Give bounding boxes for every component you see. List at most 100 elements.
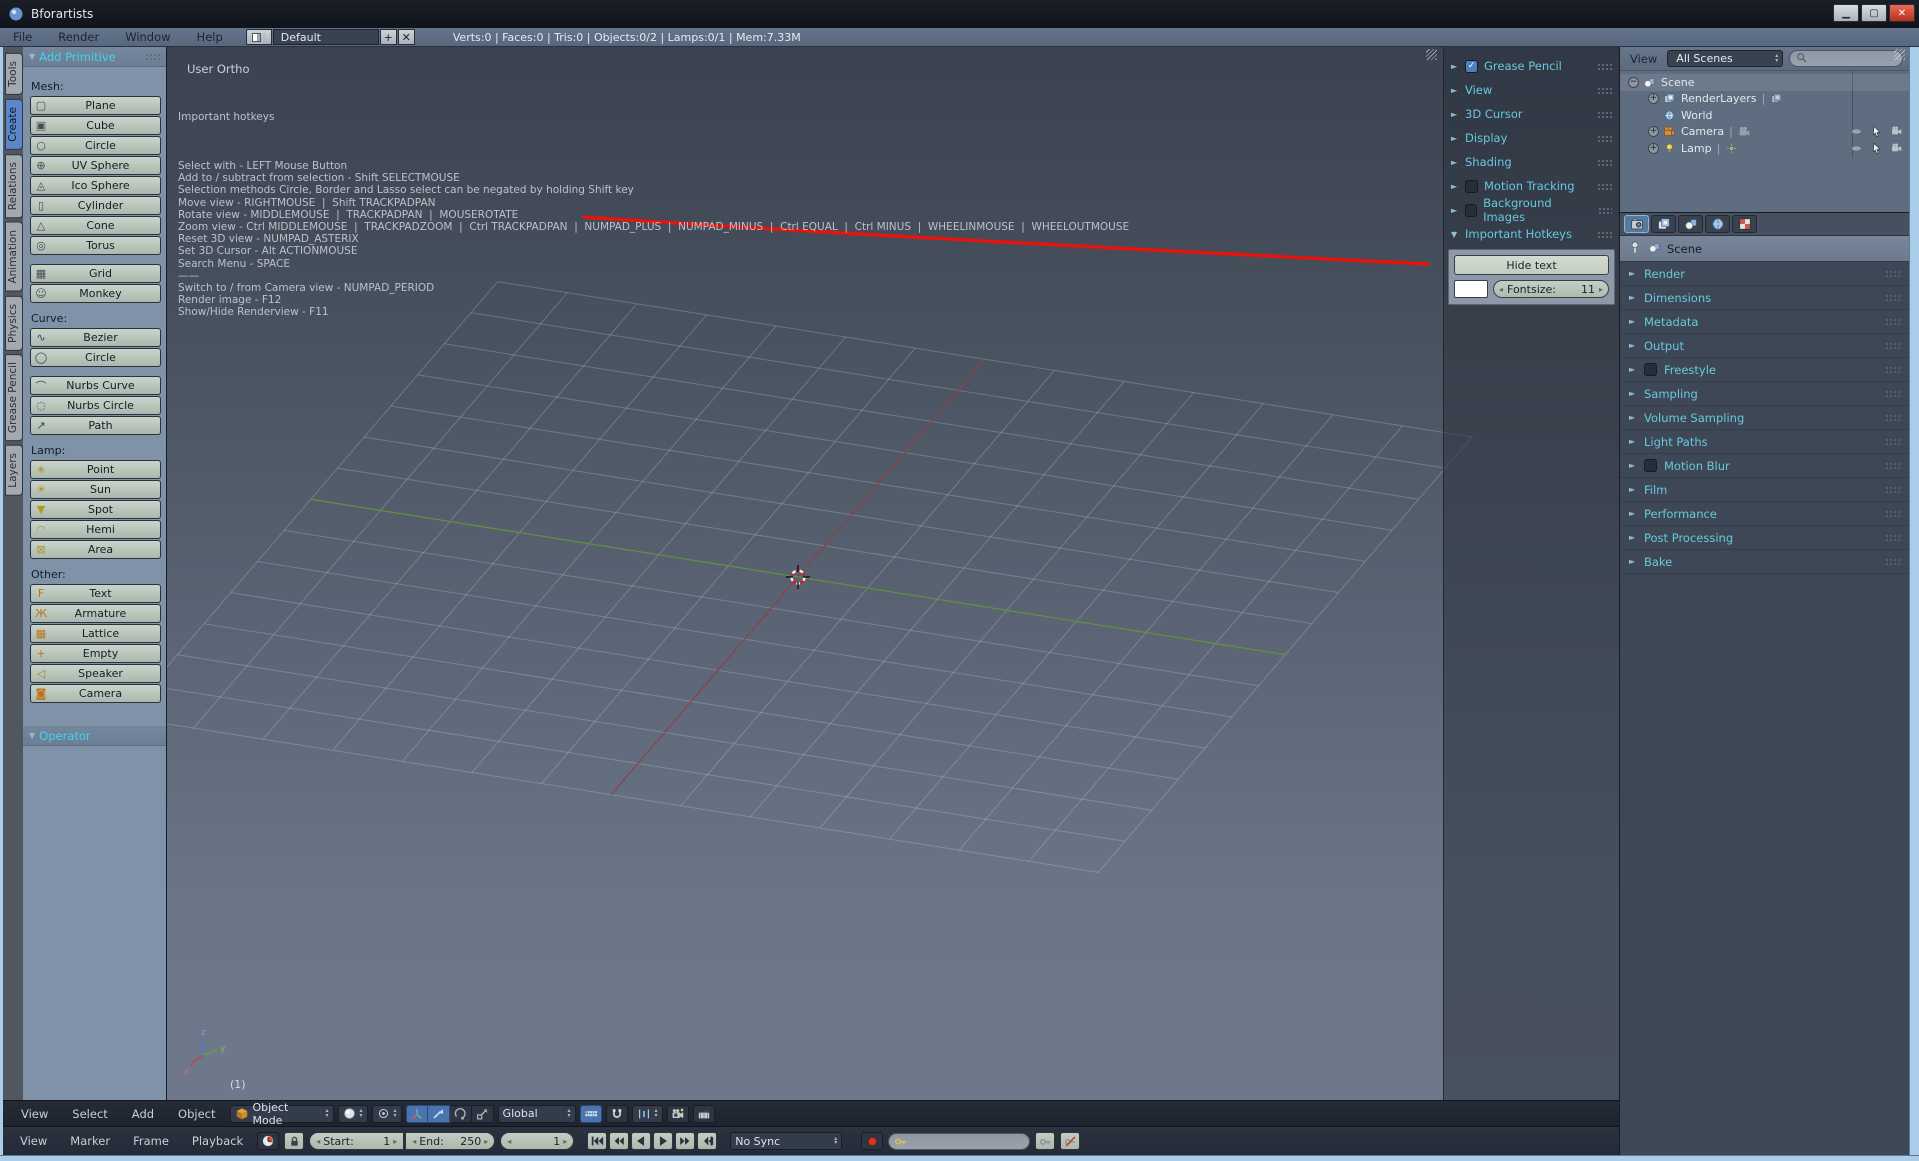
auto-keyframe-record-button[interactable] [861, 1132, 883, 1150]
previous-keyframe-button[interactable] [609, 1132, 629, 1150]
slider-left-arrow-icon[interactable]: ◂ [1499, 285, 1503, 294]
properties-panel-metadata[interactable]: ►Metadata [1620, 310, 1909, 334]
tool-button-lattice[interactable]: ▦Lattice [30, 624, 161, 643]
outliner-row-lamp[interactable]: +Lamp| [1620, 140, 1909, 157]
outliner-view-menu[interactable]: View [1626, 52, 1661, 66]
slider-right-arrow-icon[interactable]: ▸ [484, 1137, 488, 1146]
tab-layers[interactable]: Layers [5, 445, 23, 496]
tab-grease-pencil[interactable]: Grease Pencil [5, 354, 23, 441]
tool-button-bezier[interactable]: ∿Bezier [30, 328, 161, 347]
add-primitive-panel-header[interactable]: ▼ Add Primitive [23, 47, 166, 67]
properties-panel-render[interactable]: ►Render [1620, 262, 1909, 286]
fontsize-slider[interactable]: ◂Fontsize:11▸ [1493, 280, 1609, 298]
viewport-menu-select[interactable]: Select [62, 1107, 117, 1121]
properties-tab-scene-tab-icon[interactable] [1678, 215, 1703, 233]
viewport-menu-view[interactable]: View [11, 1107, 58, 1121]
expand-plus-icon[interactable]: + [1648, 143, 1659, 154]
mode-dropdown[interactable]: Object Mode▴▾ [230, 1105, 334, 1123]
start-frame-field[interactable]: ◂Start:1▸ [309, 1132, 404, 1150]
timeline-menu-marker[interactable]: Marker [61, 1134, 119, 1148]
n-panel-item-background-images[interactable]: ►Background Images [1444, 198, 1619, 222]
properties-panel-bake[interactable]: ►Bake [1620, 550, 1909, 574]
opengl-render-button[interactable] [667, 1105, 689, 1123]
render-toggle-camera-icon[interactable] [1890, 125, 1903, 138]
text-color-swatch[interactable] [1454, 280, 1488, 298]
menubar-menu-help[interactable]: Help [184, 30, 236, 44]
selectable-toggle-arrow-icon[interactable] [1870, 142, 1883, 155]
browse-layout-button[interactable]: ▴▾ [246, 29, 272, 45]
jump-to-start-button[interactable] [587, 1132, 607, 1150]
tool-button-point[interactable]: ∗Point [30, 460, 161, 479]
tool-button-camera[interactable]: ◙Camera [30, 684, 161, 703]
n-panel-item-shading[interactable]: ►Shading [1444, 150, 1619, 174]
tool-button-circle[interactable]: ◯Circle [30, 348, 161, 367]
delete-keyframe-button[interactable] [1060, 1132, 1080, 1150]
checkbox-unchecked-icon[interactable] [1644, 363, 1657, 376]
properties-panel-output[interactable]: ►Output [1620, 334, 1909, 358]
slider-left-arrow-icon[interactable]: ◂ [316, 1137, 320, 1146]
time-display-button[interactable] [257, 1132, 279, 1150]
outliner-search-input[interactable] [1789, 50, 1903, 67]
pivot-point-dropdown[interactable]: ▴▾ [372, 1105, 402, 1123]
snap-magnet-button[interactable] [606, 1105, 628, 1123]
tool-button-torus[interactable]: ◎Torus [30, 236, 161, 255]
n-panel-item-view[interactable]: ►View [1444, 78, 1619, 102]
tool-button-plane[interactable]: ▢Plane [30, 96, 161, 115]
n-panel-item-grease-pencil[interactable]: ►✓Grease Pencil [1444, 54, 1619, 78]
tool-button-empty[interactable]: +Empty [30, 644, 161, 663]
scale-manipulator-button[interactable] [472, 1105, 494, 1123]
snap-element-dropdown[interactable]: ▴▾ [632, 1105, 663, 1123]
timeline-menu-frame[interactable]: Frame [124, 1134, 178, 1148]
selectable-toggle-arrow-icon[interactable] [1870, 125, 1883, 138]
properties-tab-texture-tab-icon[interactable] [1732, 215, 1757, 233]
manipulator-axis-button[interactable] [406, 1105, 428, 1123]
play-button[interactable] [653, 1132, 673, 1150]
properties-panel-performance[interactable]: ►Performance [1620, 502, 1909, 526]
checkbox-unchecked-icon[interactable] [1465, 180, 1478, 193]
tool-button-uv-sphere[interactable]: ⊕UV Sphere [30, 156, 161, 175]
n-panel-item-important-hotkeys[interactable]: ▼Important Hotkeys [1444, 222, 1619, 246]
slider-right-arrow-icon[interactable]: ▸ [563, 1137, 567, 1146]
viewport-menu-add[interactable]: Add [122, 1107, 164, 1121]
tab-physics[interactable]: Physics [5, 296, 23, 351]
tool-button-circle[interactable]: ○Circle [30, 136, 161, 155]
slider-right-arrow-icon[interactable]: ▸ [393, 1137, 397, 1146]
properties-tab-world-tab-icon[interactable] [1705, 215, 1730, 233]
editor-corner-widget[interactable] [1894, 49, 1905, 60]
checkbox-unchecked-icon[interactable] [1644, 459, 1657, 472]
slider-left-arrow-icon[interactable]: ◂ [412, 1137, 416, 1146]
outliner-row-world[interactable]: World [1620, 107, 1909, 124]
checkbox-checked-icon[interactable]: ✓ [1465, 60, 1478, 73]
tool-button-cylinder[interactable]: ▯Cylinder [30, 196, 161, 215]
delete-layout-button[interactable]: ✕ [398, 29, 415, 45]
maximize-button[interactable]: ▢ [1861, 4, 1887, 22]
jump-to-end-button[interactable] [697, 1132, 717, 1150]
tool-button-area[interactable]: ⊠Area [30, 540, 161, 559]
tool-button-path[interactable]: ↗Path [30, 416, 161, 435]
tab-relations[interactable]: Relations [5, 154, 23, 218]
properties-panel-motion-blur[interactable]: ►Motion Blur [1620, 454, 1909, 478]
translate-manipulator-button[interactable] [428, 1105, 450, 1123]
current-frame-field[interactable]: ◂1▸ [500, 1132, 574, 1150]
properties-panel-freestyle[interactable]: ►Freestyle [1620, 358, 1909, 382]
outliner-row-scene[interactable]: −Scene [1620, 74, 1909, 91]
tab-tools[interactable]: Tools [5, 53, 23, 95]
sync-mode-dropdown[interactable]: No Sync▴▾ [730, 1132, 842, 1150]
expand-plus-icon[interactable]: + [1648, 126, 1659, 137]
hide-toggle-eye-icon[interactable] [1850, 142, 1863, 155]
properties-panel-film[interactable]: ►Film [1620, 478, 1909, 502]
timeline-menu-view[interactable]: View [11, 1134, 56, 1148]
collapse-minus-icon[interactable]: − [1628, 77, 1639, 88]
outliner-row-camera[interactable]: +Camera| [1620, 124, 1909, 141]
next-keyframe-button[interactable] [675, 1132, 695, 1150]
editor-corner-widget[interactable] [1426, 49, 1437, 60]
insert-keyframe-button[interactable] [1035, 1132, 1055, 1150]
outliner-row-renderlayers[interactable]: +RenderLayers| [1620, 91, 1909, 108]
properties-panel-light-paths[interactable]: ►Light Paths [1620, 430, 1909, 454]
n-panel-item-3d-cursor[interactable]: ►3D Cursor [1444, 102, 1619, 126]
close-button[interactable]: ✕ [1889, 4, 1915, 22]
active-keying-set-field[interactable] [888, 1133, 1030, 1150]
n-panel-item-display[interactable]: ►Display [1444, 126, 1619, 150]
slider-left-arrow-icon[interactable]: ◂ [507, 1137, 511, 1146]
add-layout-button[interactable]: + [380, 29, 397, 45]
